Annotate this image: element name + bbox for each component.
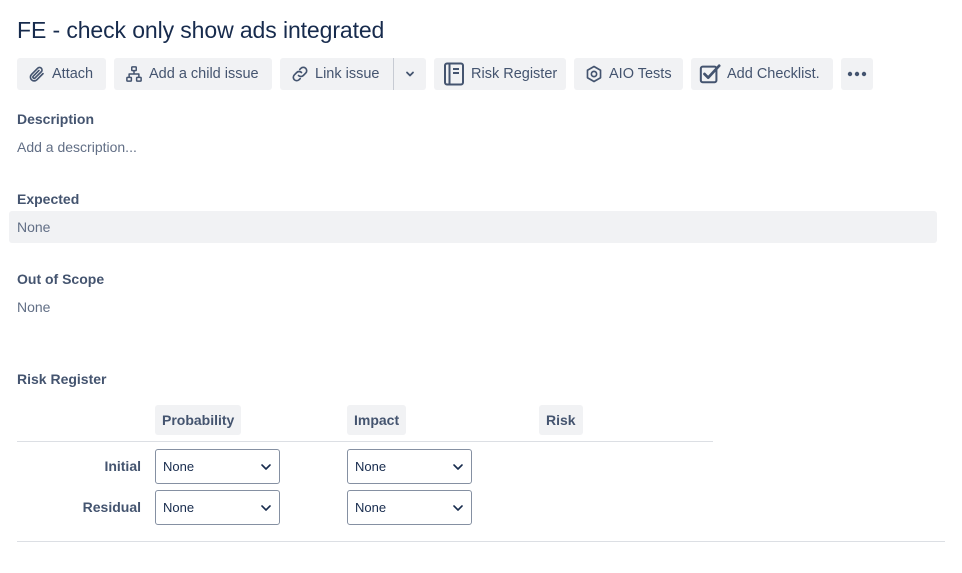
link-issue-label: Link issue — [315, 66, 380, 82]
add-checklist-label: Add Checklist. — [727, 66, 820, 82]
initial-impact-select[interactable]: None — [347, 449, 472, 484]
residual-probability-select[interactable]: None — [155, 490, 280, 525]
initial-probability-select[interactable]: None — [155, 449, 280, 484]
chevron-down-icon — [261, 504, 271, 511]
probability-column-header: Probability — [155, 405, 242, 435]
expected-label: Expected — [17, 191, 80, 207]
residual-impact-select[interactable]: None — [347, 490, 472, 525]
link-issue-button[interactable]: Link issue — [280, 58, 393, 90]
description-placeholder[interactable]: Add a description... — [17, 139, 137, 155]
paperclip-icon — [29, 66, 44, 82]
risk-register-label: Risk Register — [471, 66, 558, 82]
initial-impact-value: None — [355, 459, 387, 474]
impact-column-header: Impact — [347, 405, 407, 435]
out-of-scope-value[interactable]: None — [17, 299, 50, 315]
risk-column-header: Risk — [539, 405, 583, 435]
table-header-divider — [17, 441, 713, 442]
add-checklist-button[interactable]: Add Checklist. — [691, 58, 833, 90]
add-child-issue-button[interactable]: Add a child issue — [114, 58, 272, 90]
hexagon-icon — [586, 65, 602, 83]
chevron-down-icon — [453, 463, 463, 470]
risk-register-button[interactable]: Risk Register — [434, 58, 566, 90]
checkbox-icon — [699, 64, 721, 84]
aio-tests-label: AIO Tests — [609, 66, 672, 82]
issue-title[interactable]: FE - check only show ads integrated — [17, 17, 384, 44]
residual-row-label: Residual — [82, 499, 141, 515]
initial-row-label: Initial — [104, 458, 141, 474]
residual-impact-value: None — [355, 500, 387, 515]
section-divider — [17, 541, 945, 542]
attach-label: Attach — [52, 66, 94, 82]
out-of-scope-label: Out of Scope — [17, 271, 105, 287]
attach-button[interactable]: Attach — [17, 58, 106, 90]
chevron-down-icon — [261, 463, 271, 470]
chevron-down-icon — [453, 504, 463, 511]
link-issue-dropdown-button[interactable] — [394, 58, 426, 90]
more-icon — [847, 71, 867, 77]
residual-probability-value: None — [163, 500, 195, 515]
aio-tests-button[interactable]: AIO Tests — [574, 58, 683, 90]
add-child-label: Add a child issue — [149, 66, 259, 82]
risk-register-title: Risk Register — [17, 371, 107, 387]
chevron-down-icon — [406, 71, 414, 77]
hierarchy-icon — [126, 66, 142, 82]
expected-value: None — [17, 219, 51, 235]
description-label: Description — [17, 111, 95, 127]
expected-field[interactable] — [9, 211, 937, 243]
initial-probability-value: None — [163, 459, 195, 474]
more-actions-button[interactable] — [841, 58, 873, 90]
book-icon — [444, 62, 464, 86]
link-icon — [292, 66, 308, 82]
